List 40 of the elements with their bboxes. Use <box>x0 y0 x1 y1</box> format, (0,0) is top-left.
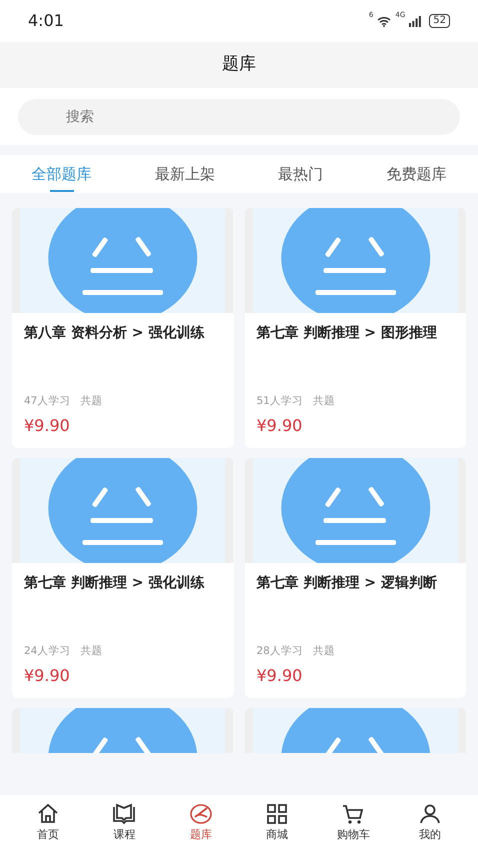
card-title: 第七章 判断推理 > 图形推理 <box>256 324 438 343</box>
category-tab[interactable]: 免费题库 <box>380 155 452 193</box>
question-count: 共题 <box>312 644 335 660</box>
signal-icon <box>409 16 422 26</box>
question-bank-card[interactable]: 第七章 判断推理 > 图形推理 51人学习 共题 ¥9.90 <box>244 208 466 448</box>
nav-tab[interactable]: 我的 <box>400 802 460 844</box>
nav-tab[interactable]: 题库 <box>170 802 231 844</box>
learner-count: 24人学习 <box>24 644 70 660</box>
nav-tab[interactable]: 购物车 <box>323 802 384 844</box>
card-title: 第七章 判断推理 > 强化训练 <box>24 574 206 593</box>
question-bank-card[interactable]: 第七章 判断推理 > 逻辑判断 28人学习 共题 ¥9.90 <box>244 458 466 698</box>
nav-tab[interactable]: 首页 <box>18 802 78 844</box>
price: ¥9.90 <box>256 665 304 687</box>
question-bank-card[interactable]: 第七章 判断推理 > 强化训练 24人学习 共题 ¥9.90 <box>12 458 234 698</box>
pen-icon <box>188 802 213 826</box>
grid-icon <box>265 802 290 826</box>
wifi-icon <box>377 16 392 26</box>
battery-level: 52 <box>429 14 450 28</box>
question-count: 共题 <box>312 394 335 410</box>
question-bank-card[interactable]: 第八章 资料分析 > 强化训练 47人学习 共题 ¥9.90 <box>12 208 234 448</box>
page-title: 题库 <box>222 53 256 76</box>
question-count: 共题 <box>80 644 102 660</box>
price: ¥9.90 <box>256 415 304 437</box>
learner-count: 28人学习 <box>256 644 303 660</box>
nav-tab[interactable]: 商城 <box>247 802 308 844</box>
person-icon <box>418 802 442 826</box>
status-time: 4:01 <box>28 10 64 32</box>
category-tab[interactable]: 最新上架 <box>148 155 221 193</box>
price: ¥9.90 <box>24 665 71 687</box>
home-icon <box>36 802 60 826</box>
learner-count: 47人学习 <box>24 394 70 410</box>
price: ¥9.90 <box>24 415 71 437</box>
question-count: 共题 <box>80 394 102 410</box>
category-tab[interactable]: 最热门 <box>272 155 330 193</box>
card-title: 第七章 判断推理 > 逻辑判断 <box>256 574 438 593</box>
book-icon <box>112 802 136 826</box>
search-field[interactable]: 搜索 <box>18 99 460 135</box>
nav-tab[interactable]: 课程 <box>94 802 154 844</box>
card-title: 第八章 资料分析 > 强化训练 <box>24 324 206 343</box>
learner-count: 51人学习 <box>256 394 303 410</box>
